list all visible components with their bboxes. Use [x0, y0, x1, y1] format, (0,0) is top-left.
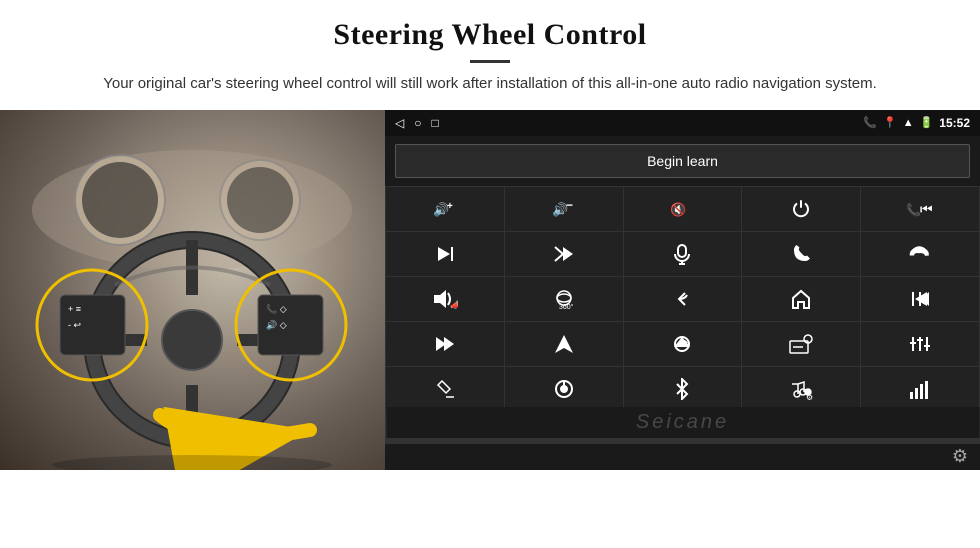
watermark: Seicane: [386, 407, 979, 438]
mic-button[interactable]: [624, 232, 742, 276]
call-button[interactable]: [742, 232, 860, 276]
settings-gear-icon[interactable]: ⚙: [952, 446, 968, 467]
controls-grid: 🔊+ 🔊− 🔇 📞 ⏮: [385, 186, 980, 444]
vol-down-button[interactable]: 🔊−: [505, 187, 623, 231]
svg-text:📣: 📣: [450, 300, 458, 310]
page-wrapper: Steering Wheel Control Your original car…: [0, 0, 980, 548]
nav-recent-icon[interactable]: □: [431, 116, 438, 130]
knob-button[interactable]: [505, 367, 623, 411]
nav-home-icon[interactable]: ○: [414, 116, 421, 130]
android-ui: ◁ ○ □ 📞 📍 ▲ 🔋 15:52 Begin learn: [385, 110, 980, 470]
bluetooth-button[interactable]: [624, 367, 742, 411]
nav-back-icon[interactable]: ◁: [395, 116, 404, 130]
bars-button[interactable]: [861, 367, 979, 411]
begin-learn-button[interactable]: Begin learn: [395, 144, 970, 178]
svg-text:360°: 360°: [559, 303, 574, 311]
prev-track-button[interactable]: [861, 277, 979, 321]
hang-up-button[interactable]: [861, 232, 979, 276]
phone-icon: 📞: [863, 116, 877, 129]
svg-text:+ ≡: + ≡: [68, 304, 81, 314]
eject-button[interactable]: ⏏: [624, 322, 742, 366]
fast-forward-button[interactable]: [505, 232, 623, 276]
back-button[interactable]: [624, 277, 742, 321]
call-prev-button[interactable]: 📞 ⏮: [861, 187, 979, 231]
music-settings-button[interactable]: ⚙: [742, 367, 860, 411]
edit-mic-button[interactable]: [386, 367, 504, 411]
vol-up-button[interactable]: 🔊+: [386, 187, 504, 231]
time-display: 15:52: [939, 116, 970, 130]
bottom-bar: ⚙: [385, 444, 980, 470]
equalizer-button[interactable]: [861, 322, 979, 366]
power-button[interactable]: [742, 187, 860, 231]
header-section: Steering Wheel Control Your original car…: [0, 0, 980, 102]
svg-text:📞 ◇: 📞 ◇: [266, 303, 287, 314]
svg-text:⚙: ⚙: [806, 393, 813, 400]
speaker-button[interactable]: 📣: [386, 277, 504, 321]
content-row: + ≡ - ↩ 📞 ◇ 🔊 ◇: [0, 110, 980, 548]
svg-text:🔊 ◇: 🔊 ◇: [266, 319, 287, 331]
car-image-section: + ≡ - ↩ 📞 ◇ 🔊 ◇: [0, 110, 385, 470]
camera-360-button[interactable]: 360°: [505, 277, 623, 321]
android-status-bar: ◁ ○ □ 📞 📍 ▲ 🔋 15:52: [385, 110, 980, 136]
wifi-icon: ▲: [903, 117, 914, 129]
page-title: Steering Wheel Control: [60, 18, 920, 52]
steering-wheel-svg: + ≡ - ↩ 📞 ◇ 🔊 ◇: [0, 110, 385, 470]
radio-button[interactable]: [742, 322, 860, 366]
next-track-button[interactable]: [386, 232, 504, 276]
svg-text:🔇: 🔇: [670, 202, 686, 217]
status-right: 📞 📍 ▲ 🔋 15:52: [863, 116, 970, 130]
svg-text:⏏: ⏏: [680, 338, 689, 349]
battery-icon: 🔋: [920, 116, 934, 129]
navigate-button[interactable]: [505, 322, 623, 366]
subtitle: Your original car's steering wheel contr…: [100, 73, 880, 96]
status-left: ◁ ○ □: [395, 116, 439, 130]
fast-next-button[interactable]: [386, 322, 504, 366]
svg-text:- ↩: - ↩: [68, 320, 81, 330]
svg-text:📞: 📞: [906, 202, 921, 217]
svg-text:+: +: [447, 201, 453, 212]
svg-text:−: −: [566, 199, 573, 212]
begin-learn-row: Begin learn: [385, 136, 980, 186]
home-button[interactable]: [742, 277, 860, 321]
title-divider: [470, 60, 510, 63]
location-icon: 📍: [883, 116, 897, 129]
mute-button[interactable]: 🔇: [624, 187, 742, 231]
svg-text:⏮: ⏮: [920, 201, 933, 217]
